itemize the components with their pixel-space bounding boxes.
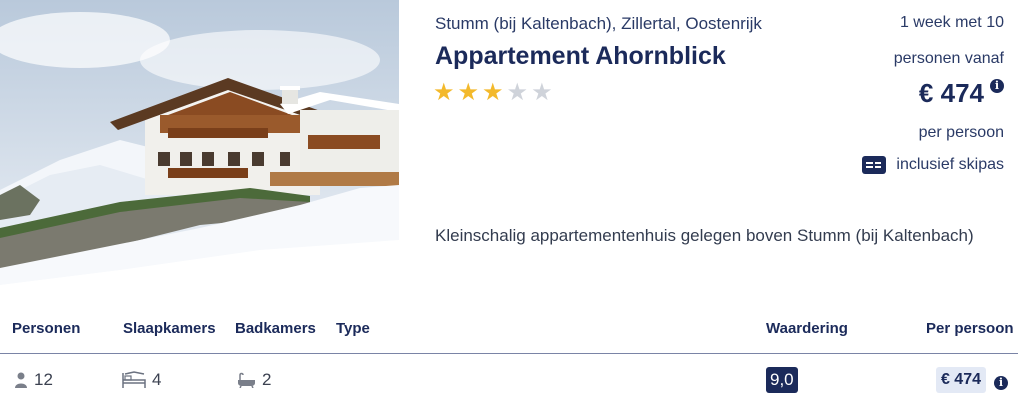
price-per-person-label: per persoon xyxy=(918,124,1004,141)
star-icon: ★ xyxy=(457,79,480,106)
rating-badge: 9,0 xyxy=(766,367,798,393)
header-slaapkamers: Slaapkamers xyxy=(123,320,216,337)
table-divider xyxy=(0,353,1018,354)
star-icon: ★ xyxy=(531,79,553,106)
row-price-badge[interactable]: € 474 xyxy=(935,367,986,393)
row-price-info[interactable]: i xyxy=(994,373,1008,391)
chalet-winter-image xyxy=(0,0,399,297)
skipass-included: inclusief skipas xyxy=(862,156,1004,174)
star-icon: ★ xyxy=(506,79,529,106)
location-text: Stumm (bij Kaltenbach), Zillertal, Ooste… xyxy=(435,14,762,33)
price-persons-text: personen vanaf xyxy=(893,50,1004,67)
price-duration-text: 1 week met 10 xyxy=(899,14,1004,31)
badkamers-value: 2 xyxy=(262,370,272,389)
price-amount: € 474 i xyxy=(919,78,1004,109)
header-per-persoon: Per persoon xyxy=(926,320,1014,337)
header-personen: Personen xyxy=(12,320,81,337)
accommodation-description: Kleinschalig appartementenhuis gelegen b… xyxy=(435,226,974,245)
header-waardering: Waardering xyxy=(766,320,848,337)
cell-personen: 12 xyxy=(14,370,53,390)
skipass-card-icon xyxy=(862,156,887,174)
person-icon xyxy=(15,372,27,388)
cell-slaapkamers: 4 xyxy=(122,370,161,390)
info-icon[interactable]: i xyxy=(990,78,1004,93)
slaapkamers-value: 4 xyxy=(152,370,162,389)
accommodation-title[interactable]: Appartement Ahornblick xyxy=(435,42,726,71)
bed-icon xyxy=(122,371,146,388)
skipass-label: inclusief skipas xyxy=(896,156,1004,173)
star-icon: ★ xyxy=(482,79,504,106)
accommodation-card[interactable]: Stumm (bij Kaltenbach), Zillertal, Ooste… xyxy=(0,0,1024,408)
table-row[interactable]: 12 4 2 9,0 € 474 i xyxy=(0,360,1024,408)
table-header: Personen Slaapkamers Badkamers Type Waar… xyxy=(0,318,1024,354)
star-rating: ★ ★ ★ ★ ★ xyxy=(433,81,553,105)
bath-icon xyxy=(238,372,255,388)
header-type: Type xyxy=(336,320,370,337)
info-icon[interactable]: i xyxy=(994,376,1008,390)
price-value: € 474 xyxy=(918,78,984,108)
header-badkamers: Badkamers xyxy=(235,320,316,337)
cell-badkamers: 2 xyxy=(236,370,271,390)
accommodation-photo[interactable] xyxy=(0,0,399,297)
personen-value: 12 xyxy=(34,370,53,389)
star-icon: ★ xyxy=(433,79,455,106)
